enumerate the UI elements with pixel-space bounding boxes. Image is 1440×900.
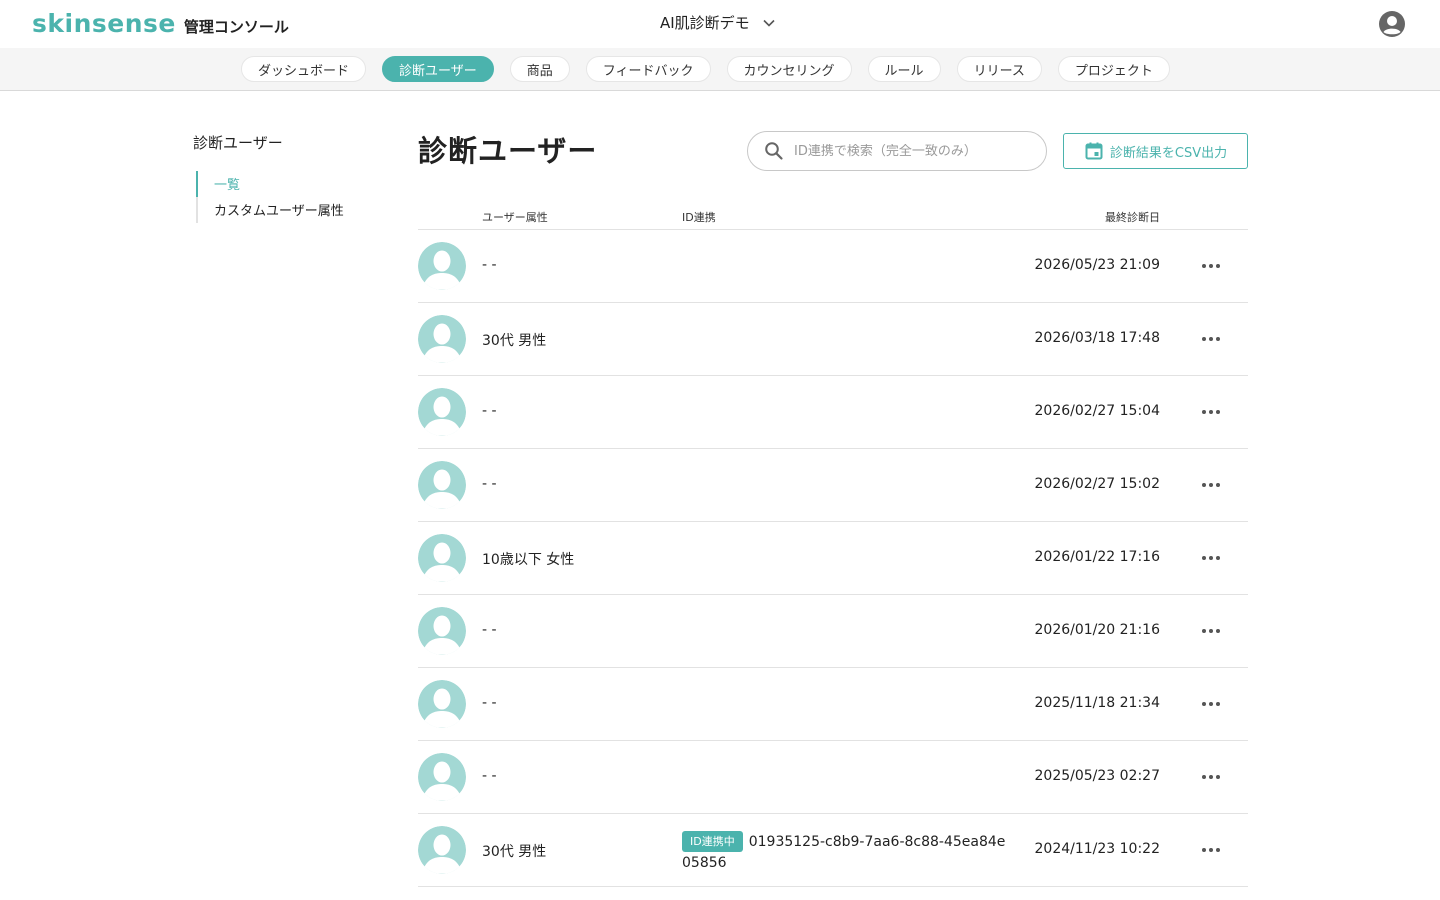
column-header-last-diagnosis: 最終診断日 — [1105, 211, 1160, 224]
nav-tab[interactable]: ルール — [867, 56, 941, 82]
nav-tabs: ダッシュボード 診断ユーザー 商品 フィードバック カウンセリング ルール リリース プロジェ… — [241, 56, 1170, 82]
users-table: ユーザー属性 ID連携 最終診断日 - - 2026/05/23 21:09 30代… — [418, 200, 1248, 887]
nav-tab[interactable]: プロジェクト — [1057, 56, 1170, 82]
csv-export-label: 診断結果をCSV出力 — [1109, 145, 1228, 161]
user-avatar-icon — [418, 315, 466, 363]
project-selector[interactable]: AI肌診断デモ — [660, 12, 776, 33]
search-icon — [765, 142, 783, 160]
user-avatar-icon — [418, 534, 466, 582]
avatar — [418, 607, 466, 655]
user-attributes: - - — [482, 768, 497, 784]
calendar-icon — [1085, 142, 1103, 160]
last-diagnosis-date: 2026/05/23 21:09 — [1034, 257, 1161, 273]
project-name: AI肌診断デモ — [660, 14, 750, 32]
user-attributes: - - — [482, 622, 497, 638]
account-icon[interactable] — [1378, 10, 1406, 38]
console-label: 管理コンソール — [183, 18, 289, 36]
nav-tab[interactable]: フィードバック — [585, 56, 711, 82]
sidebar-item[interactable]: 一覧 — [196, 171, 383, 197]
nav-tab[interactable]: リリース — [956, 56, 1042, 82]
table-row[interactable]: - - 2026/02/27 15:02 — [418, 449, 1248, 522]
user-attributes: - - — [482, 257, 497, 273]
sidebar: 診断ユーザー 一覧 カスタムユーザー属性 — [193, 132, 383, 223]
avatar — [418, 388, 466, 436]
avatar — [418, 315, 466, 363]
more-options-icon[interactable] — [1200, 694, 1222, 714]
last-diagnosis-date: 2025/05/23 02:27 — [1034, 768, 1161, 784]
nav-tab[interactable]: カウンセリング — [726, 56, 852, 82]
last-diagnosis-date: 2026/01/20 21:16 — [1034, 622, 1161, 638]
table-header: ユーザー属性 ID連携 最終診断日 — [418, 200, 1248, 230]
user-avatar-icon — [418, 680, 466, 728]
avatar — [418, 753, 466, 801]
more-options-icon[interactable] — [1200, 621, 1222, 641]
table-row[interactable]: - - 2025/05/23 02:27 — [418, 741, 1248, 814]
user-attributes: 30代 男性 — [482, 844, 547, 860]
main-nav: ダッシュボード 診断ユーザー 商品 フィードバック カウンセリング ルール リリース プロジェ… — [0, 48, 1440, 91]
user-avatar-icon — [418, 242, 466, 290]
avatar — [418, 826, 466, 874]
user-avatar-icon — [418, 388, 466, 436]
table-row[interactable]: - - 2025/11/18 21:34 — [418, 668, 1248, 741]
last-diagnosis-date: 2026/03/18 17:48 — [1034, 330, 1161, 346]
more-options-icon[interactable] — [1200, 256, 1222, 276]
table-row[interactable]: 30代 男性 ID連携中 01935125-c8b9-7aa6-8c88-45ea8… — [418, 814, 1248, 887]
csv-export-button[interactable]: 診断結果をCSV出力 — [1063, 133, 1248, 169]
id-linked-badge: ID連携中 — [682, 831, 743, 852]
user-avatar-icon — [418, 607, 466, 655]
last-diagnosis-date: 2024/11/23 10:22 — [1034, 841, 1161, 857]
page-title: 診断ユーザー — [418, 134, 598, 168]
more-options-icon[interactable] — [1200, 329, 1222, 349]
user-attributes: - - — [482, 695, 497, 711]
avatar — [418, 461, 466, 509]
user-avatar-icon — [418, 753, 466, 801]
more-options-icon[interactable] — [1200, 840, 1222, 860]
sidebar-title: 診断ユーザー — [193, 134, 283, 152]
top-bar: skinsense 管理コンソール AI肌診断デモ — [0, 0, 1440, 48]
search-input[interactable] — [794, 143, 1034, 159]
last-diagnosis-date: 2026/01/22 17:16 — [1034, 549, 1161, 565]
last-diagnosis-date: 2026/02/27 15:02 — [1034, 476, 1161, 492]
avatar — [418, 534, 466, 582]
column-header-attributes: ユーザー属性 — [482, 211, 548, 224]
table-row[interactable]: - - 2026/01/20 21:16 — [418, 595, 1248, 668]
sidebar-item[interactable]: カスタムユーザー属性 — [198, 197, 383, 223]
sidebar-list: 一覧 カスタムユーザー属性 — [196, 171, 383, 223]
chevron-down-icon — [763, 19, 775, 27]
user-attributes: - - — [482, 476, 497, 492]
user-avatar-icon — [418, 826, 466, 874]
avatar — [418, 680, 466, 728]
user-attributes: 10歳以下 女性 — [482, 552, 575, 568]
table-row[interactable]: 10歳以下 女性 2026/01/22 17:16 — [418, 522, 1248, 595]
table-row[interactable]: - - 2026/05/23 21:09 — [418, 230, 1248, 303]
logo-wordmark: skinsense — [32, 9, 176, 38]
more-options-icon[interactable] — [1200, 475, 1222, 495]
table-row[interactable]: - - 2026/02/27 15:04 — [418, 376, 1248, 449]
table-row[interactable]: 30代 男性 2026/03/18 17:48 — [418, 303, 1248, 376]
more-options-icon[interactable] — [1200, 767, 1222, 787]
user-attributes: - - — [482, 403, 497, 419]
id-link-cell: ID連携中 01935125-c8b9-7aa6-8c88-45ea84e0585… — [682, 831, 1012, 874]
nav-tab[interactable]: 商品 — [509, 56, 570, 82]
app-logo[interactable]: skinsense 管理コンソール — [32, 9, 289, 38]
column-header-id-link: ID連携 — [682, 211, 716, 224]
nav-tab[interactable]: 診断ユーザー — [382, 56, 494, 82]
user-avatar-icon — [418, 461, 466, 509]
nav-tab[interactable]: ダッシュボード — [241, 56, 367, 82]
last-diagnosis-date: 2025/11/18 21:34 — [1034, 695, 1161, 711]
user-attributes: 30代 男性 — [482, 333, 547, 349]
last-diagnosis-date: 2026/02/27 15:04 — [1034, 403, 1161, 419]
table-body: - - 2026/05/23 21:09 30代 男性 2026/03/18 17:4… — [418, 230, 1248, 887]
avatar — [418, 242, 466, 290]
search-box[interactable] — [747, 131, 1047, 171]
more-options-icon[interactable] — [1200, 402, 1222, 422]
more-options-icon[interactable] — [1200, 548, 1222, 568]
